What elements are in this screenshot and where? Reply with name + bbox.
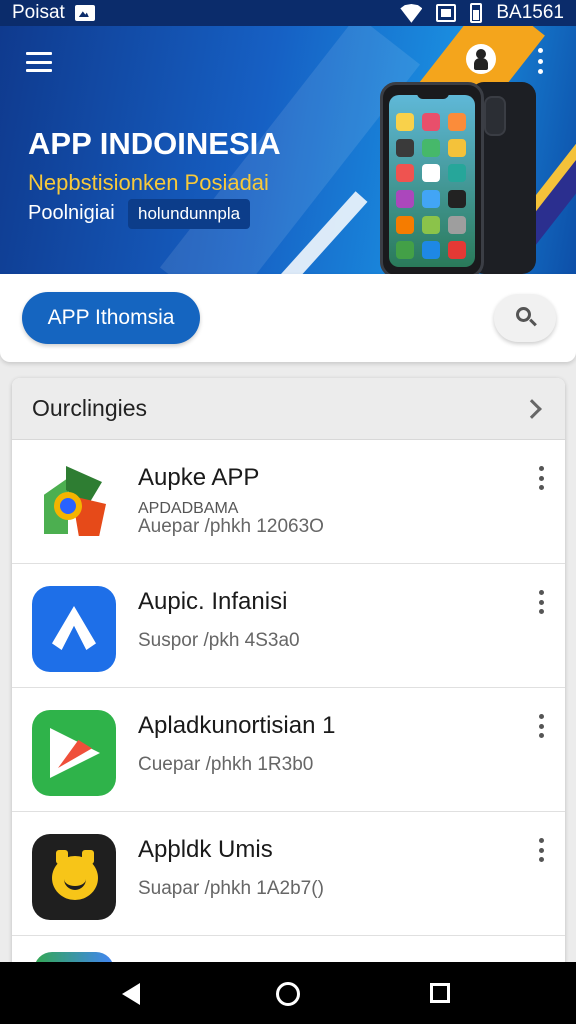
search-card: APP Ithomsia (0, 274, 576, 362)
hero-title: APP INDOINESIA (28, 126, 281, 161)
account-avatar-icon[interactable] (466, 44, 496, 74)
blue-a-icon (32, 586, 116, 672)
hero-banner[interactable]: APP INDOINESIA Nepbstisionken Posiadai P… (0, 26, 576, 274)
clock: BA1561 (496, 2, 564, 23)
more-options-icon[interactable] (536, 714, 546, 738)
app-list-card: Ourclingies Aupke APP APDADBAMA Auepar /… (12, 378, 565, 978)
app-name: Apþldk Umis (138, 836, 273, 863)
more-options-icon[interactable] (536, 466, 546, 490)
yellow-face-icon (32, 834, 116, 920)
wifi-icon (400, 4, 422, 22)
list-header-title: Ourclingies (32, 395, 148, 421)
app-name: Aupke APP (138, 464, 260, 491)
hero-subtitle: Nepbstisionken Posiadai (28, 170, 269, 195)
maps-style-icon (32, 462, 116, 548)
app-name: Aupic. Infanisi (138, 588, 288, 615)
app-meta: Auepar /phkh 12063O (138, 516, 324, 537)
back-icon[interactable] (122, 983, 140, 1005)
image-notification-icon (74, 5, 95, 21)
list-item[interactable]: Aupke APP APDADBAMA Auepar /phkh 12063O (12, 440, 565, 564)
app-meta: Suapar /phkh 1A2b7() (138, 878, 324, 899)
status-bar: Poisat BA1561 (0, 0, 576, 26)
sim-icon (436, 4, 457, 22)
hero-chip[interactable]: holundunnpla (128, 199, 251, 229)
category-pill-button[interactable]: APP Ithomsia (22, 292, 200, 344)
recent-apps-icon[interactable] (430, 983, 450, 1003)
green-play-icon (32, 710, 116, 796)
search-button[interactable] (494, 294, 556, 342)
hero-tagline: Poolnigiai (28, 202, 115, 224)
list-item[interactable]: Apþldk Umis Suapar /phkh 1A2b7() (12, 812, 565, 936)
chevron-right-icon[interactable] (522, 398, 542, 419)
system-nav-bar (0, 962, 576, 1024)
hamburger-menu-icon[interactable] (26, 52, 52, 72)
carrier-label: Poisat (12, 2, 65, 23)
app-meta: Cuepar /phkh 1R3b0 (138, 754, 314, 775)
list-item[interactable]: Apladkunortisian 1 Cuepar /phkh 1R3b0 (12, 688, 565, 812)
list-header[interactable]: Ourclingies (12, 378, 565, 440)
app-meta: Suspor /pkh 4S3a0 (138, 630, 300, 651)
more-options-icon[interactable] (536, 590, 546, 614)
battery-icon (470, 3, 483, 23)
phone-illustration (380, 82, 484, 274)
app-name: Apladkunortisian 1 (138, 712, 336, 739)
more-options-icon[interactable] (534, 48, 546, 74)
home-icon[interactable] (276, 982, 300, 1006)
more-options-icon[interactable] (536, 838, 546, 862)
list-item[interactable]: Aupic. Infanisi Suspor /pkh 4S3a0 (12, 564, 565, 688)
